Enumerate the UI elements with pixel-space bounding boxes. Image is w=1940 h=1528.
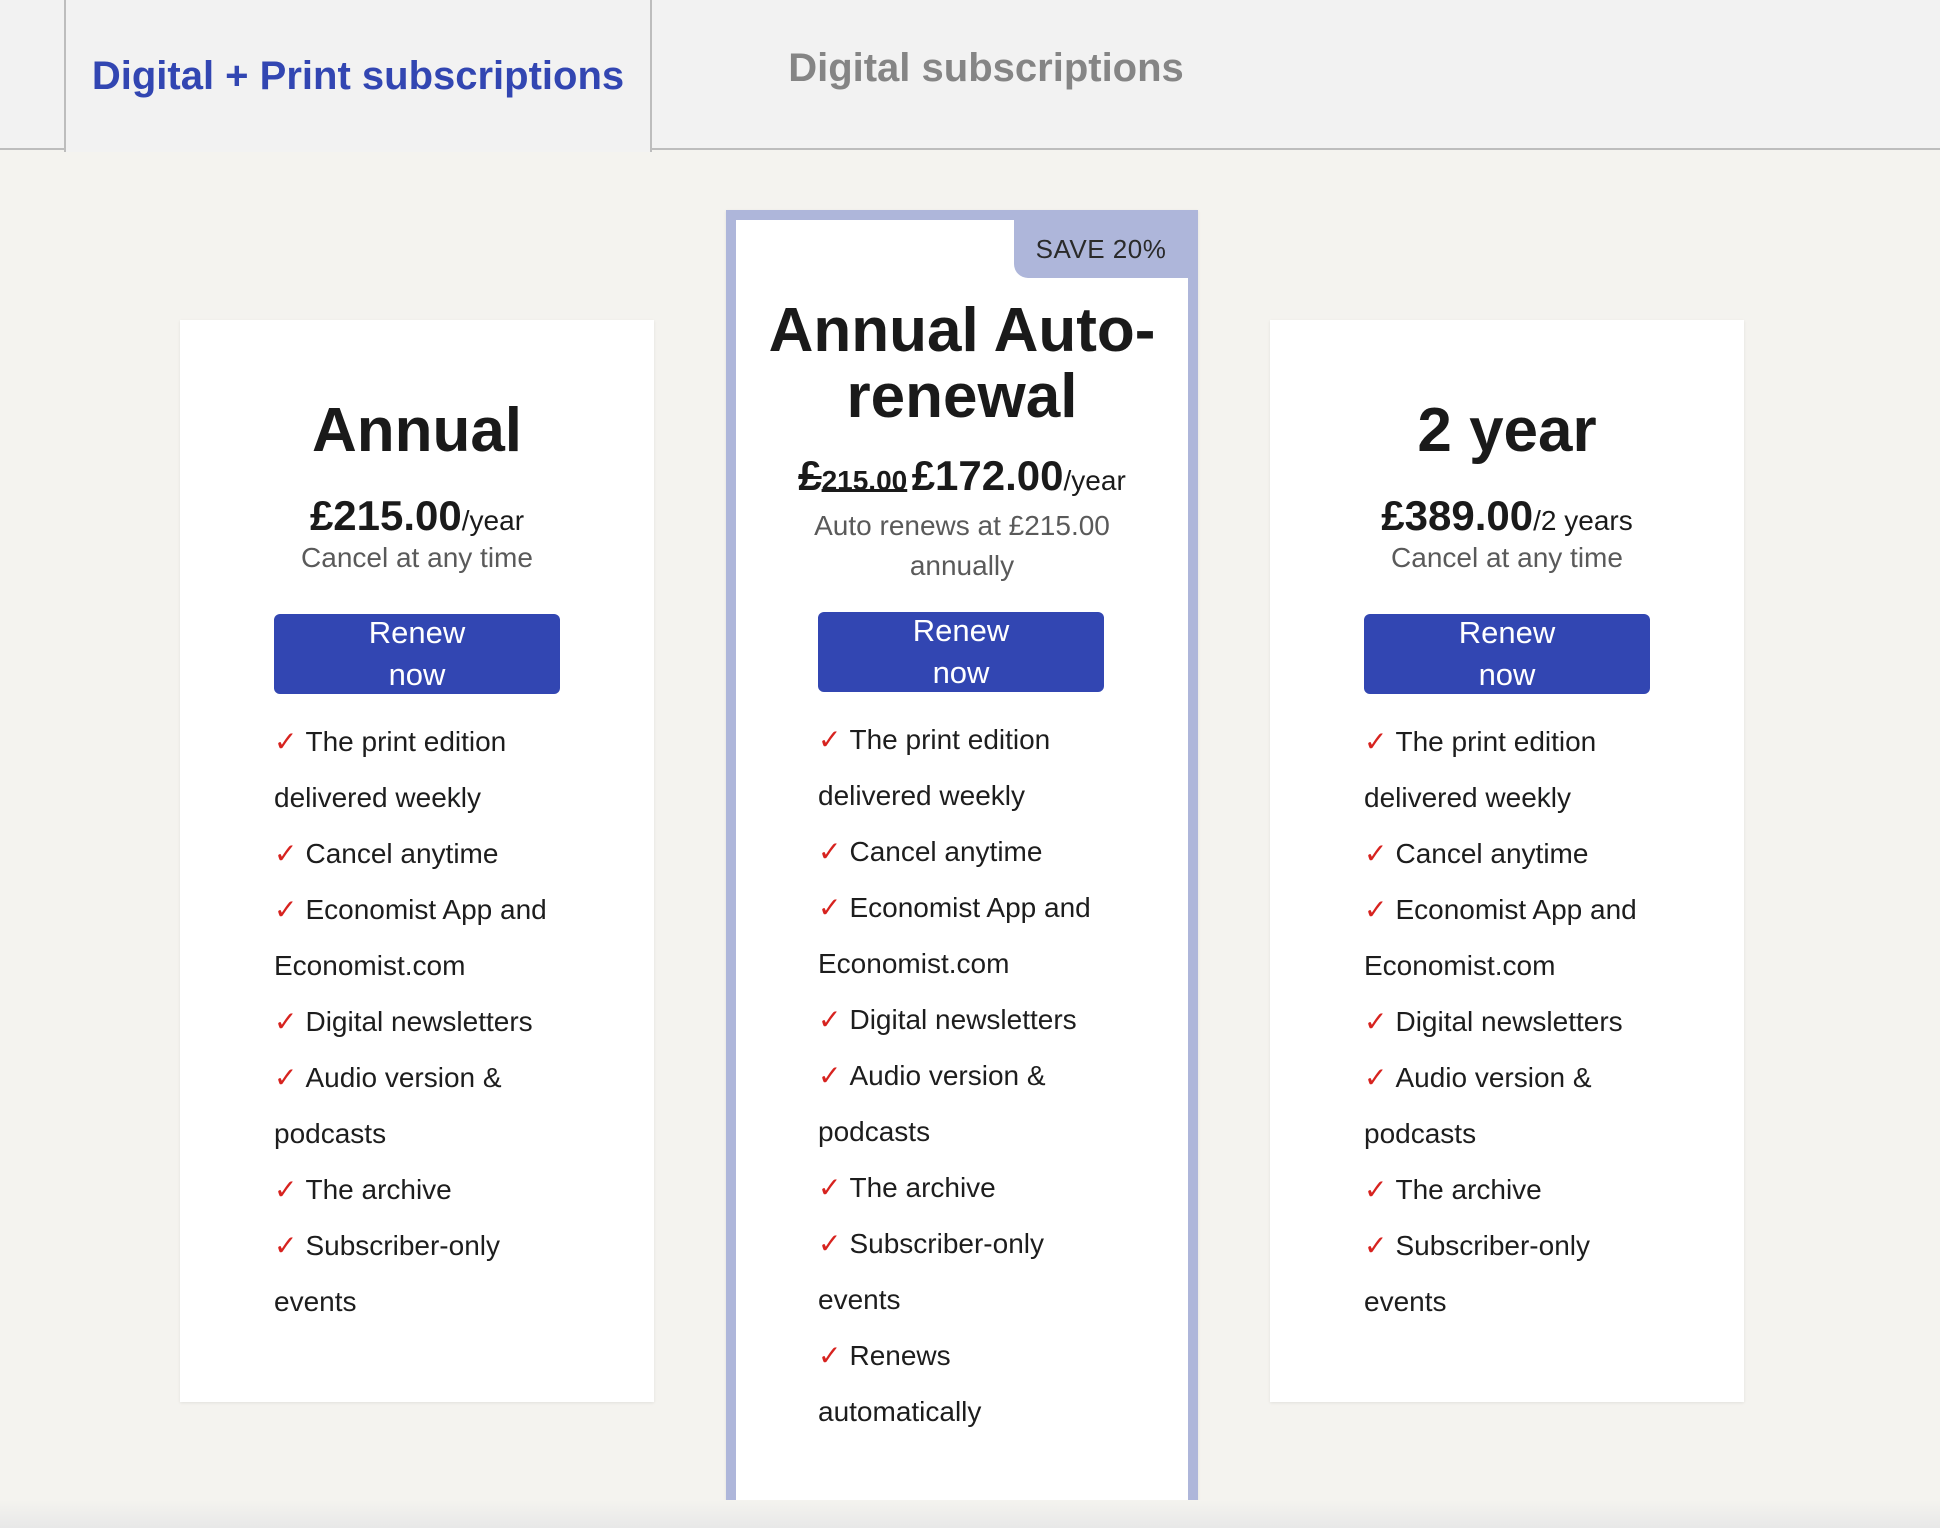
feature-item: ✓ The archive bbox=[1364, 1174, 1542, 1205]
feature-item: ✓ Audio version & podcasts bbox=[274, 1062, 502, 1149]
plan-card-annual-auto-renewal: SAVE 20% Annual Auto- renewal £215.00 £1… bbox=[726, 210, 1198, 1510]
feature-item: ✓ Digital newsletters bbox=[818, 1004, 1077, 1035]
check-icon: ✓ bbox=[274, 1230, 298, 1261]
check-icon: ✓ bbox=[1364, 1006, 1388, 1037]
check-icon: ✓ bbox=[1364, 1230, 1388, 1261]
plan-title: 2 year bbox=[1417, 396, 1597, 465]
plan-card-annual: Annual £215.00/year Cancel at any time R… bbox=[180, 320, 654, 1402]
feature-item: ✓ Audio version & podcasts bbox=[818, 1060, 1046, 1147]
feature-item: ✓ Renews automatically bbox=[818, 1340, 982, 1427]
feature-item: ✓ The print edition delivered weekly bbox=[818, 724, 1051, 811]
plan-price: £389.00 bbox=[1381, 492, 1534, 539]
tab-digital-print[interactable]: Digital + Print subscriptions bbox=[64, 0, 652, 152]
check-icon: ✓ bbox=[818, 892, 842, 923]
check-icon: ✓ bbox=[274, 894, 298, 925]
feature-item: ✓ The print edition delivered weekly bbox=[274, 726, 507, 813]
price-line: £215.00 £172.00/year bbox=[736, 452, 1188, 500]
check-icon: ✓ bbox=[818, 836, 842, 867]
feature-item: ✓ Digital newsletters bbox=[274, 1006, 533, 1037]
feature-item: ✓ Subscriber-only events bbox=[274, 1230, 500, 1317]
check-icon: ✓ bbox=[818, 1004, 842, 1035]
plan-card-2-year: 2 year £389.00/2 years Cancel at any tim… bbox=[1270, 320, 1744, 1402]
feature-item: ✓ Audio version & podcasts bbox=[1364, 1062, 1592, 1149]
feature-item: ✓ Economist App and Economist.com bbox=[274, 894, 547, 981]
tab-digital[interactable]: Digital subscriptions bbox=[652, 0, 1320, 150]
save-badge: SAVE 20% bbox=[1014, 220, 1188, 278]
check-icon: ✓ bbox=[818, 1228, 842, 1259]
renew-now-button[interactable]: Renew now bbox=[818, 612, 1104, 692]
check-icon: ✓ bbox=[818, 1340, 842, 1371]
check-icon: ✓ bbox=[818, 724, 842, 755]
plan-note: Cancel at any time bbox=[301, 542, 533, 573]
check-icon: ✓ bbox=[274, 726, 298, 757]
subscription-tabs: Digital + Print subscriptions Digital su… bbox=[0, 0, 1940, 152]
feature-item: ✓ Subscriber-only events bbox=[1364, 1230, 1590, 1317]
feature-list: ✓ The print edition delivered weekly ✓ Can… bbox=[818, 712, 1108, 1440]
check-icon: ✓ bbox=[1364, 838, 1388, 869]
check-icon: ✓ bbox=[818, 1060, 842, 1091]
check-icon: ✓ bbox=[1364, 726, 1388, 757]
plan-price: £172.00 bbox=[911, 452, 1064, 499]
plan-price: £215.00 bbox=[309, 492, 462, 539]
check-icon: ✓ bbox=[1364, 1062, 1388, 1093]
feature-item: ✓ Cancel anytime bbox=[274, 838, 499, 869]
feature-list: ✓ The print edition delivered weekly ✓ Can… bbox=[274, 714, 564, 1330]
price-line: £389.00/2 years bbox=[1270, 492, 1744, 540]
check-icon: ✓ bbox=[1364, 1174, 1388, 1205]
feature-item: ✓ Economist App and Economist.com bbox=[818, 892, 1091, 979]
renew-now-button[interactable]: Renew now bbox=[1364, 614, 1650, 694]
plan-note: Cancel at any time bbox=[1391, 542, 1623, 573]
feature-item: ✓ Cancel anytime bbox=[818, 836, 1043, 867]
feature-list: ✓ The print edition delivered weekly ✓ Can… bbox=[1364, 714, 1654, 1330]
feature-item: ✓ The print edition delivered weekly bbox=[1364, 726, 1597, 813]
price-line: £215.00/year bbox=[180, 492, 654, 540]
feature-item: ✓ The archive bbox=[274, 1174, 452, 1205]
plan-title: Annual bbox=[311, 396, 523, 465]
plan-period: /year bbox=[1063, 465, 1126, 496]
feature-item: ✓ Digital newsletters bbox=[1364, 1006, 1623, 1037]
feature-item: ✓ Cancel anytime bbox=[1364, 838, 1589, 869]
renew-now-button[interactable]: Renew now bbox=[274, 614, 560, 694]
feature-item: ✓ Economist App and Economist.com bbox=[1364, 894, 1637, 981]
plan-period: /2 years bbox=[1533, 505, 1633, 536]
check-icon: ✓ bbox=[818, 1172, 842, 1203]
check-icon: ✓ bbox=[274, 838, 298, 869]
plan-period: /year bbox=[461, 505, 525, 536]
check-icon: ✓ bbox=[274, 1006, 298, 1037]
check-icon: ✓ bbox=[274, 1062, 298, 1093]
plan-title: Annual Auto- renewal bbox=[768, 296, 1156, 431]
page-bottom-edge bbox=[0, 1500, 1940, 1528]
original-price: £215.00 bbox=[798, 452, 908, 499]
plan-note: Auto renews at £215.00 annually bbox=[814, 510, 1110, 581]
check-icon: ✓ bbox=[274, 1174, 298, 1205]
feature-item: ✓ Subscriber-only events bbox=[818, 1228, 1044, 1315]
check-icon: ✓ bbox=[1364, 894, 1388, 925]
feature-item: ✓ The archive bbox=[818, 1172, 996, 1203]
